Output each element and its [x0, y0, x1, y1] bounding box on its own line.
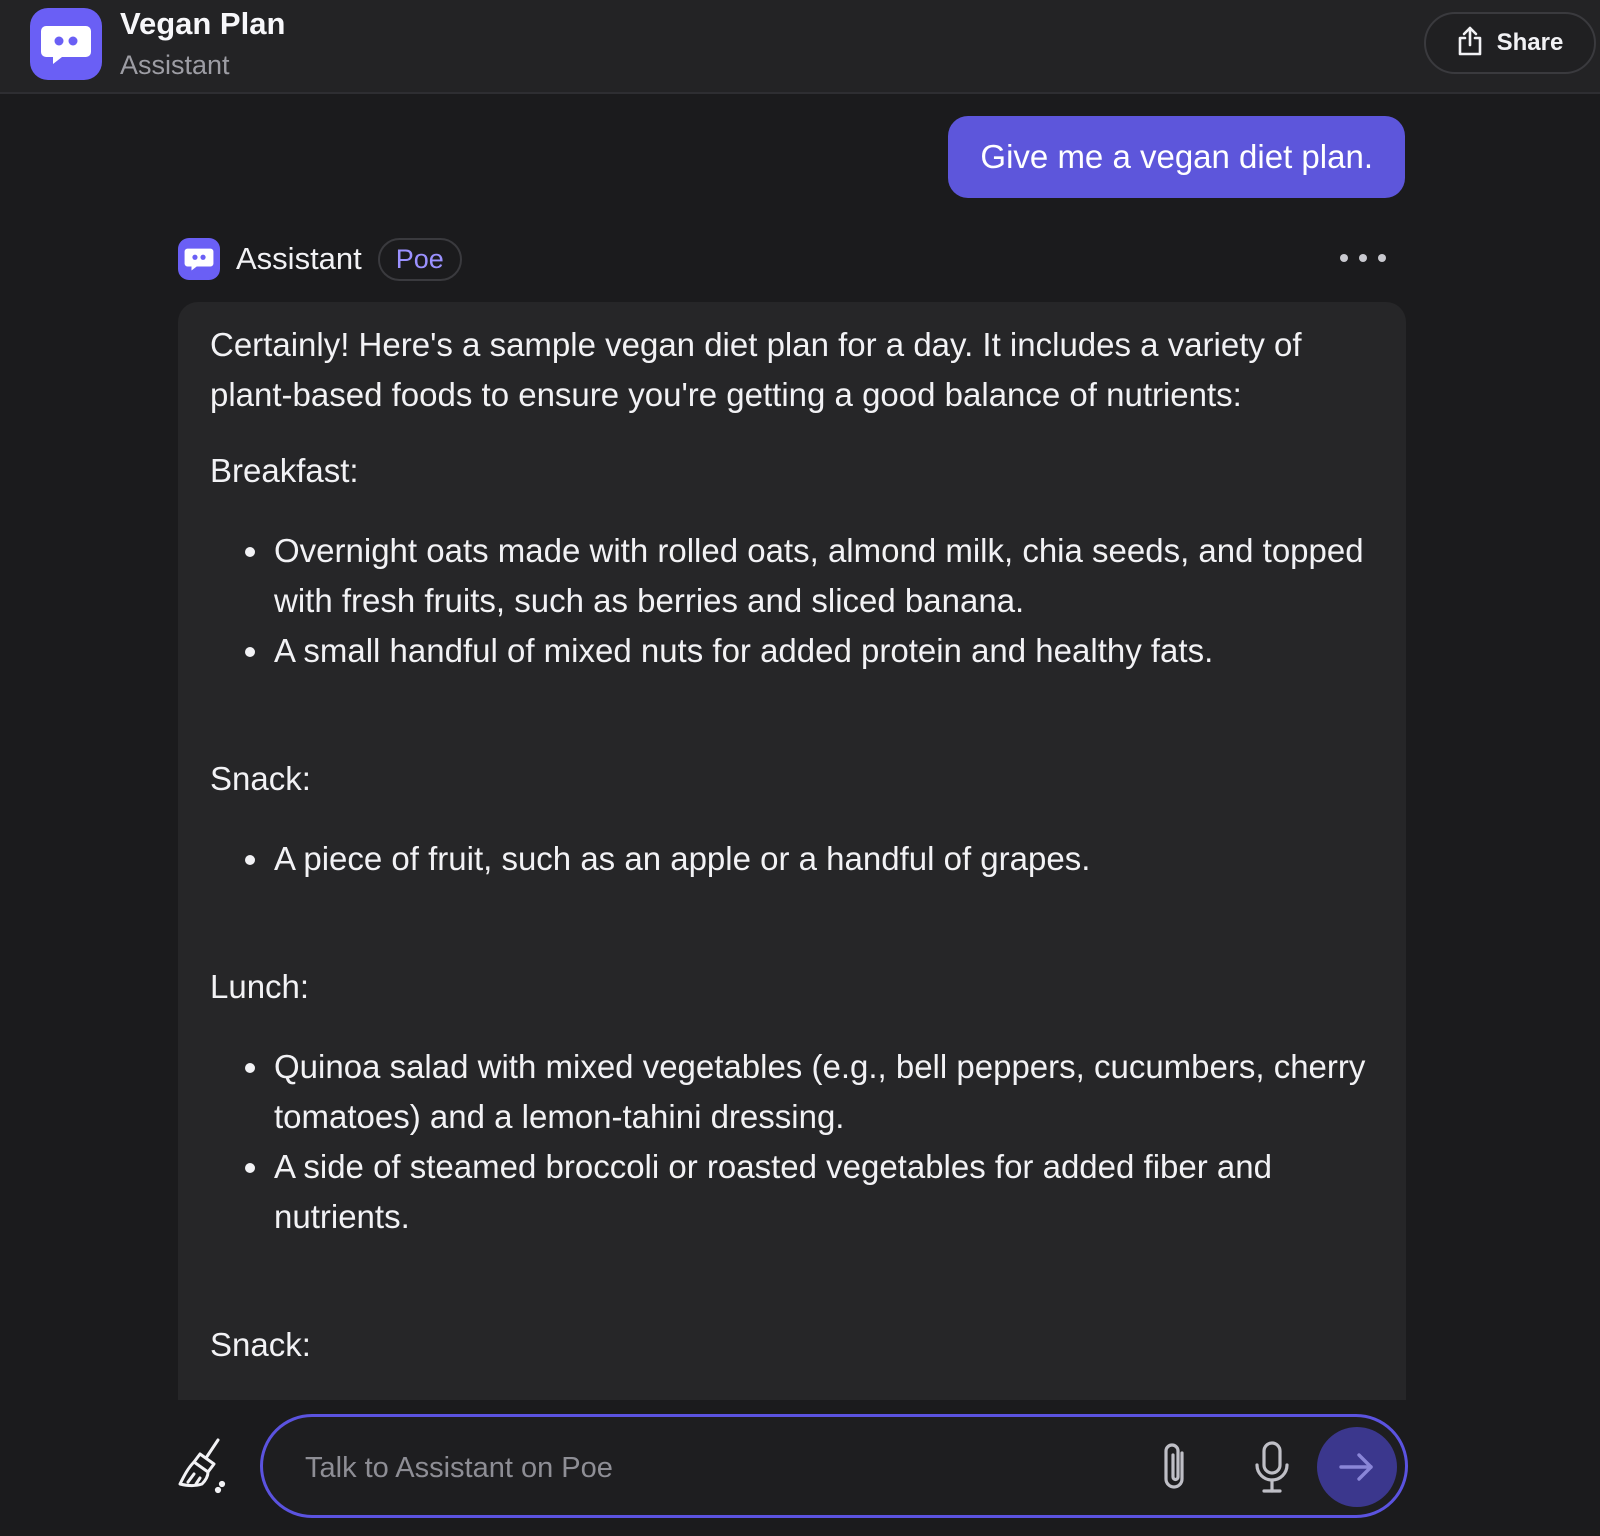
attach-button[interactable]: [1151, 1441, 1201, 1495]
bot-name[interactable]: Assistant: [236, 241, 362, 277]
list-item: A side of steamed broccoli or roasted ve…: [272, 1142, 1376, 1242]
list-item: A piece of fruit, such as an apple or a …: [272, 834, 1376, 884]
clear-context-button[interactable]: [178, 1438, 230, 1494]
share-label: Share: [1496, 29, 1564, 56]
snack-list: A piece of fruit, such as an apple or a …: [210, 834, 1376, 884]
message-composer: [260, 1414, 1408, 1518]
section-heading-lunch: Lunch:: [210, 968, 310, 1005]
bot-name-subtitle[interactable]: Assistant: [120, 50, 230, 81]
chat-title: Vegan Plan: [120, 6, 286, 41]
robot-chat-icon[interactable]: [178, 238, 220, 280]
bot-message-intro: Certainly! Here's a sample vegan diet pl…: [210, 326, 1302, 413]
bot-message-bubble: Certainly! Here's a sample vegan diet pl…: [178, 302, 1406, 1400]
send-button[interactable]: [1317, 1427, 1397, 1507]
microphone-icon: [1255, 1441, 1289, 1493]
lunch-list: Quinoa salad with mixed vegetables (e.g.…: [210, 1042, 1376, 1242]
user-message-bubble: Give me a vegan diet plan.: [948, 116, 1405, 198]
arrow-right-icon: [1339, 1453, 1373, 1481]
message-input[interactable]: [303, 1441, 1067, 1495]
poe-badge: Poe: [377, 237, 462, 281]
section-heading-breakfast: Breakfast:: [210, 452, 359, 489]
breakfast-list: Overnight oats made with rolled oats, al…: [210, 526, 1376, 676]
section-heading-snack-2: Snack:: [210, 1326, 311, 1363]
list-item: A small handful of mixed nuts for added …: [272, 626, 1376, 676]
list-item: Quinoa salad with mixed vegetables (e.g.…: [272, 1042, 1376, 1142]
share-icon: [1457, 26, 1483, 61]
broom-icon: [178, 1438, 226, 1494]
more-dots-icon: [1340, 254, 1348, 262]
robot-chat-icon[interactable]: [30, 8, 102, 80]
list-item: Overnight oats made with rolled oats, al…: [272, 526, 1376, 626]
share-button[interactable]: Share: [1424, 12, 1596, 74]
paperclip-icon: [1164, 1443, 1184, 1489]
chat-header: Vegan Plan Assistant Share: [0, 0, 1600, 94]
more-options-button[interactable]: [1340, 243, 1386, 273]
bot-message-header: Assistant Poe: [178, 236, 462, 282]
section-heading-snack: Snack:: [210, 760, 311, 797]
voice-input-button[interactable]: [1247, 1439, 1297, 1497]
